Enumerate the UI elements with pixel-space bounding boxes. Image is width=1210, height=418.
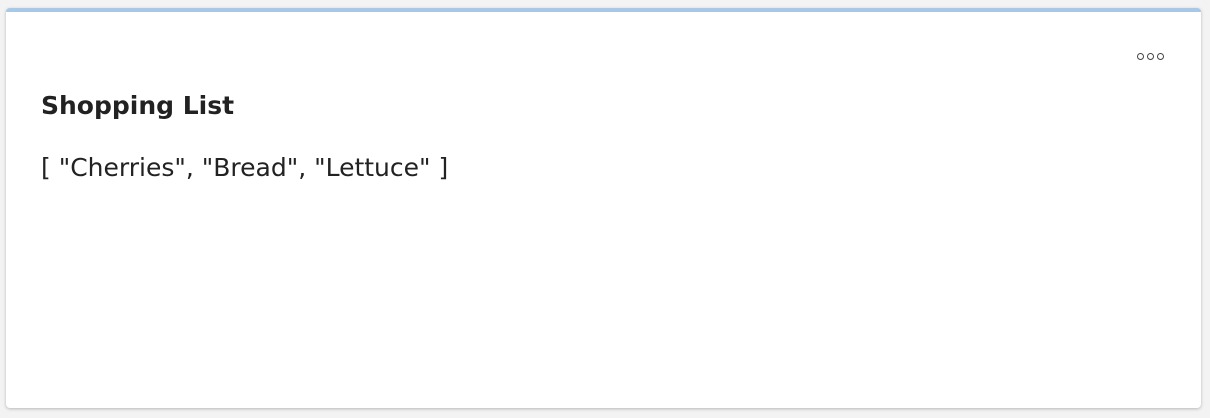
- card-value: [ "Cherries", "Bread", "Lettuce" ]: [41, 153, 449, 182]
- page: Shopping List [ "Cherries", "Bread", "Le…: [0, 0, 1210, 418]
- more-horizontal-icon: [1136, 52, 1144, 60]
- more-horizontal-icon: [1146, 52, 1154, 60]
- more-options-button[interactable]: [1133, 46, 1167, 66]
- card-title: Shopping List: [41, 91, 235, 120]
- more-horizontal-icon: [1156, 52, 1164, 60]
- shopping-list-card: Shopping List [ "Cherries", "Bread", "Le…: [6, 8, 1201, 408]
